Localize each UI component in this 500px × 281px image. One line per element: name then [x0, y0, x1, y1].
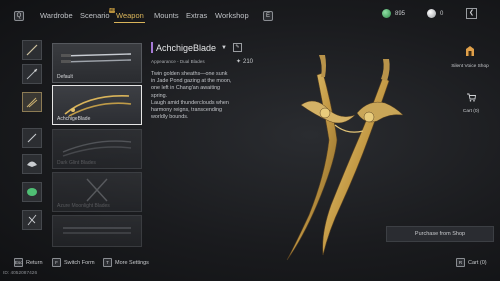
top-nav: Q Wardrobe Scenario NEW Weapon Mounts Ex…	[0, 0, 500, 30]
rating-icon: ✦	[235, 59, 241, 65]
description-line: Twin golden sheaths—one sunk	[151, 71, 228, 77]
sword-icon[interactable]	[22, 40, 42, 60]
cart-label: Cart (0)	[462, 109, 480, 114]
weapon-card-locked[interactable]: Azure Moonlight Blades	[52, 172, 142, 212]
description-line: Laugh amid thunderclouds when	[151, 99, 229, 106]
tab-wardrobe[interactable]: Wardrobe	[40, 11, 73, 20]
default-blades-icon	[60, 53, 132, 63]
user-id: ID: 4052087426	[3, 271, 38, 276]
prev-tab-key[interactable]: Q	[14, 11, 24, 21]
tab-extras[interactable]: Extras	[186, 11, 207, 20]
dark-blades-icon	[62, 140, 132, 157]
jade-pendant-icon[interactable]	[22, 182, 42, 202]
jade-amount: 895	[395, 10, 406, 17]
description-line: spring.	[151, 92, 168, 99]
weapon-card-achchigeblade[interactable]: AchchigeBlade	[52, 85, 142, 125]
fan-icon[interactable]	[22, 154, 42, 174]
cart-hint[interactable]: R Cart (0)	[456, 258, 487, 267]
jade-icon	[382, 9, 391, 18]
bottom-hints: Esc Return F Switch Form T More Settings…	[0, 256, 500, 270]
coin-icon	[427, 9, 436, 18]
tab-mounts[interactable]: Mounts	[154, 11, 179, 20]
tab-workshop[interactable]: Workshop	[215, 11, 249, 20]
return-label: Return	[26, 259, 43, 266]
weapon-description: Twin golden sheaths—one sunk in Jade Pon…	[151, 71, 253, 121]
return-hint[interactable]: Esc Return	[14, 258, 43, 267]
shop-label: Silent Voice Shop	[451, 64, 489, 69]
weapon-subtitle: Appearance - Dual Blades	[151, 59, 205, 64]
shop-icon	[466, 46, 474, 56]
more-settings-key: T	[103, 258, 112, 267]
active-tab-indicator	[114, 22, 145, 23]
cart-icon	[467, 93, 477, 102]
weapon-card-locked[interactable]: Dark Glint Blades	[52, 129, 142, 169]
description-line: in Jade Pond gazing at the moon,	[151, 78, 232, 85]
cart-hint-label: Cart (0)	[468, 259, 487, 266]
edit-icon[interactable]: ✎	[233, 43, 242, 52]
cart[interactable]: Cart (0)	[454, 89, 488, 114]
jade-currency: 895	[382, 9, 405, 18]
description-line: one left in Chang'an awaiting	[151, 85, 221, 92]
tab-weapon[interactable]: Weapon	[116, 11, 144, 20]
coin-currency: 0	[427, 9, 443, 18]
spear-icon[interactable]	[22, 64, 42, 84]
silent-voice-shop[interactable]: Silent Voice Shop	[446, 44, 494, 69]
rating-value: 210	[242, 58, 253, 65]
description-line: worldly bounds.	[151, 114, 189, 121]
switch-form-key: F	[52, 258, 61, 267]
rating: ✦ 210	[235, 58, 253, 66]
coin-amount: 0	[440, 10, 444, 17]
card-label: Dark Glint Blades	[57, 160, 96, 166]
title-accent-bar	[151, 42, 153, 53]
tab-scenario[interactable]: Scenario	[80, 11, 110, 20]
card-label: Default	[57, 74, 73, 80]
description-line: harmony reigns, transcending	[151, 107, 223, 114]
purchase-from-shop-button[interactable]: Purchase from Shop	[386, 226, 494, 242]
switch-form-hint[interactable]: F Switch Form	[52, 258, 95, 267]
more-settings-label: More Settings	[115, 259, 149, 266]
card-label: AchchigeBlade	[57, 116, 91, 122]
crossed-blades-icon	[86, 178, 108, 202]
card-label: Azure Moonlight Blades	[57, 203, 110, 209]
cart-key: R	[456, 258, 465, 267]
blades-icon[interactable]	[22, 92, 42, 112]
weapon-card-locked[interactable]	[52, 215, 142, 247]
plain-blades-icon	[63, 227, 131, 234]
next-tab-key[interactable]: E	[263, 11, 273, 21]
brush-icon[interactable]	[22, 128, 42, 148]
dropdown-caret-icon[interactable]: ▼	[221, 45, 227, 51]
menu-toggle-icon[interactable]: ❮	[466, 8, 477, 19]
switch-form-label: Switch Form	[64, 259, 95, 266]
new-badge: NEW	[109, 8, 118, 13]
golden-blades-icon	[64, 95, 132, 117]
return-key: Esc	[14, 258, 23, 267]
weapon-card-default[interactable]: Default	[52, 43, 142, 83]
weapon-title: AchchigeBlade	[156, 42, 217, 53]
umbrella-icon[interactable]	[22, 210, 42, 230]
more-settings-hint[interactable]: T More Settings	[103, 258, 149, 267]
weapon-detail-panel: AchchigeBlade ▼ ✎ Appearance - Dual Blad…	[151, 42, 253, 121]
